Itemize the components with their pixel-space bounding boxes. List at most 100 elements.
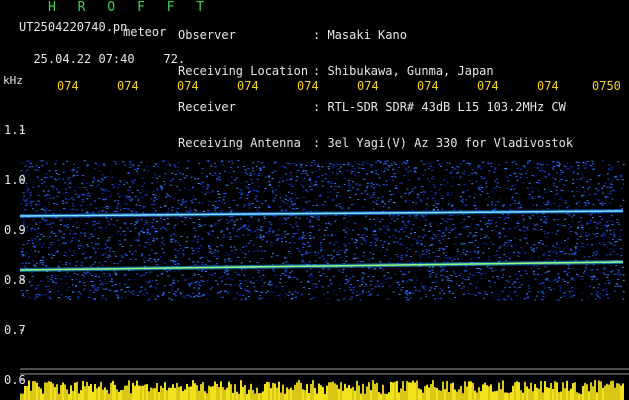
noise-pixel bbox=[90, 242, 93, 244]
noise-pixel bbox=[376, 203, 379, 205]
noise-pixel bbox=[448, 162, 451, 164]
noise-pixel bbox=[196, 241, 199, 243]
noise-pixel bbox=[522, 230, 525, 232]
noise-pixel bbox=[485, 235, 488, 237]
noise-pixel bbox=[416, 239, 419, 241]
noise-pixel bbox=[550, 191, 553, 192]
amplitude-sample bbox=[74, 382, 76, 400]
noise-pixel bbox=[615, 176, 618, 178]
noise-pixel bbox=[258, 207, 261, 209]
noise-pixel bbox=[308, 261, 311, 263]
noise-pixel bbox=[56, 203, 59, 205]
noise-pixel bbox=[156, 238, 159, 240]
noise-pixel bbox=[52, 282, 55, 283]
noise-pixel bbox=[405, 296, 408, 298]
noise-pixel bbox=[302, 180, 305, 182]
noise-pixel bbox=[460, 222, 463, 223]
noise-pixel bbox=[556, 219, 559, 221]
noise-pixel bbox=[409, 293, 412, 295]
noise-pixel bbox=[249, 185, 252, 187]
noise-pixel bbox=[499, 216, 502, 218]
noise-pixel bbox=[294, 296, 297, 298]
y-tick-label: 1.1 bbox=[4, 123, 26, 137]
noise-pixel bbox=[370, 166, 373, 168]
amplitude-sample bbox=[480, 391, 482, 400]
noise-pixel bbox=[517, 220, 520, 222]
noise-pixel bbox=[366, 235, 368, 237]
noise-pixel bbox=[441, 268, 444, 270]
noise-pixel bbox=[582, 272, 585, 274]
noise-pixel bbox=[185, 294, 188, 296]
noise-pixel bbox=[346, 250, 348, 252]
noise-pixel bbox=[92, 273, 95, 275]
noise-pixel bbox=[361, 168, 364, 170]
amplitude-sample bbox=[306, 384, 308, 400]
noise-pixel bbox=[255, 195, 258, 197]
noise-pixel bbox=[434, 192, 437, 194]
noise-pixel bbox=[500, 270, 503, 271]
noise-pixel bbox=[399, 238, 402, 240]
noise-pixel bbox=[40, 280, 43, 282]
noise-pixel bbox=[556, 281, 559, 283]
noise-pixel bbox=[51, 257, 54, 259]
noise-pixel bbox=[423, 289, 426, 291]
noise-pixel bbox=[242, 206, 245, 208]
noise-pixel bbox=[111, 234, 114, 236]
noise-pixel bbox=[499, 259, 502, 261]
noise-pixel bbox=[559, 178, 562, 180]
noise-pixel bbox=[100, 286, 103, 288]
noise-pixel bbox=[107, 259, 110, 261]
noise-pixel bbox=[216, 250, 219, 252]
noise-pixel bbox=[244, 269, 247, 271]
noise-pixel bbox=[310, 165, 313, 166]
noise-pixel bbox=[126, 227, 129, 229]
noise-pixel bbox=[38, 221, 41, 223]
noise-pixel bbox=[608, 168, 610, 170]
noise-pixel bbox=[506, 235, 509, 237]
noise-pixel bbox=[474, 201, 477, 203]
noise-pixel bbox=[531, 244, 534, 246]
noise-pixel bbox=[93, 229, 96, 231]
noise-pixel bbox=[285, 168, 288, 170]
noise-pixel bbox=[302, 233, 305, 235]
noise-pixel bbox=[372, 201, 375, 203]
noise-pixel bbox=[192, 261, 195, 263]
noise-pixel bbox=[209, 163, 212, 165]
amplitude-sample bbox=[48, 381, 50, 400]
noise-pixel bbox=[494, 169, 497, 171]
amplitude-sample bbox=[592, 386, 594, 400]
noise-pixel bbox=[174, 224, 177, 226]
noise-pixel bbox=[209, 231, 212, 232]
noise-pixel bbox=[337, 246, 340, 248]
noise-pixel bbox=[213, 208, 216, 209]
amplitude-sample bbox=[230, 384, 232, 400]
noise-pixel bbox=[487, 163, 490, 165]
noise-pixel bbox=[441, 208, 444, 210]
noise-pixel bbox=[289, 224, 292, 226]
noise-pixel bbox=[238, 274, 241, 276]
noise-pixel bbox=[47, 266, 50, 268]
noise-pixel bbox=[586, 238, 588, 240]
noise-pixel bbox=[611, 223, 614, 225]
noise-pixel bbox=[431, 178, 434, 180]
noise-pixel bbox=[159, 206, 162, 208]
noise-pixel bbox=[355, 189, 358, 191]
noise-pixel bbox=[313, 184, 316, 186]
noise-pixel bbox=[326, 298, 329, 299]
noise-pixel bbox=[208, 246, 211, 248]
noise-pixel bbox=[595, 193, 598, 195]
noise-pixel bbox=[480, 229, 483, 231]
noise-pixel bbox=[26, 190, 29, 192]
noise-pixel bbox=[143, 206, 146, 208]
amplitude-sample bbox=[426, 384, 428, 400]
noise-pixel bbox=[318, 271, 321, 273]
noise-pixel bbox=[251, 167, 254, 169]
noise-pixel bbox=[376, 294, 379, 296]
noise-pixel bbox=[384, 163, 387, 165]
noise-pixel bbox=[193, 252, 195, 254]
noise-pixel bbox=[451, 229, 454, 231]
noise-pixel bbox=[605, 230, 608, 232]
noise-pixel bbox=[340, 163, 342, 165]
noise-pixel bbox=[282, 180, 285, 182]
noise-pixel bbox=[262, 297, 265, 299]
